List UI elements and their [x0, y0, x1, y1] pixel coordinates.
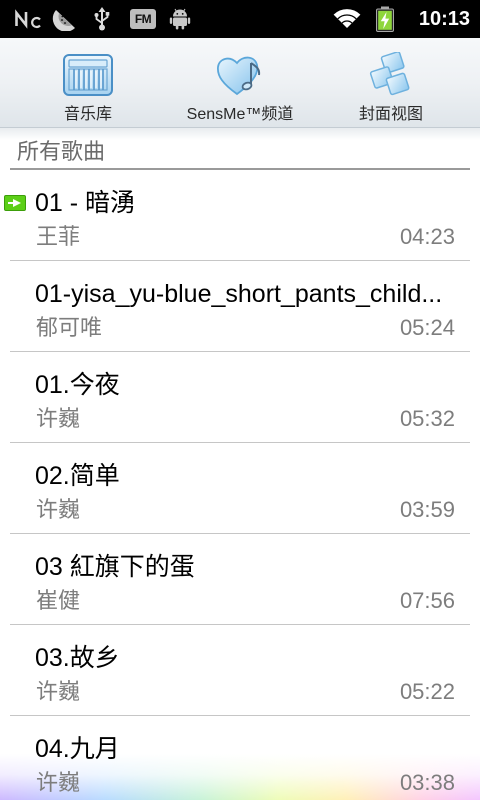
clock: 10:13 — [418, 8, 470, 30]
tab-bar: 音乐库 SensMe™频道 封面视图 — [0, 38, 480, 128]
song-artist: 郁可唯 — [36, 315, 103, 340]
song-artist: 王菲 — [36, 224, 81, 249]
tab-label: 封面视图 — [358, 106, 423, 123]
section-header: 所有歌曲 — [0, 128, 480, 170]
tab-label: SensMe™频道 — [186, 106, 294, 123]
tab-sensme-channels[interactable]: SensMe™频道 — [165, 38, 315, 127]
fm-radio-icon: FM — [130, 9, 156, 29]
song-row[interactable]: 01-yisa_yu-blue_short_pants_child... 郁可唯… — [0, 261, 480, 352]
song-title: 04.九月 — [35, 735, 120, 763]
song-row[interactable]: 04.九月 许巍 03:38 — [0, 716, 480, 800]
usb-icon — [92, 7, 112, 31]
song-row[interactable]: 01.今夜 许巍 05:32 — [0, 352, 480, 443]
song-title: 01.今夜 — [35, 371, 120, 399]
song-title: 03 紅旗下的蛋 — [35, 553, 195, 581]
tab-label: 音乐库 — [63, 106, 112, 123]
android-icon — [169, 8, 191, 30]
watermelon-icon — [52, 7, 78, 31]
section-title: 所有歌曲 — [17, 139, 106, 164]
nc-icon — [14, 9, 42, 29]
song-row[interactable]: 01 - 暗湧 王菲 04:23 — [0, 170, 480, 261]
music-library-icon — [62, 52, 114, 98]
song-artist: 许巍 — [36, 770, 81, 795]
song-artist: 崔健 — [36, 588, 81, 613]
now-playing-icon — [4, 195, 26, 211]
status-bar[interactable]: FM 10:13 — [0, 0, 480, 38]
song-title: 03.故乡 — [35, 644, 120, 672]
song-row[interactable]: 03 紅旗下的蛋 崔健 07:56 — [0, 534, 480, 625]
song-artist: 许巍 — [36, 497, 81, 522]
song-duration: 07:56 — [399, 588, 455, 613]
wifi-icon — [333, 7, 361, 29]
song-duration: 03:38 — [399, 770, 455, 795]
tab-cover-view[interactable]: 封面视图 — [316, 38, 466, 127]
song-duration: 05:32 — [399, 406, 455, 431]
song-title: 01-yisa_yu-blue_short_pants_child... — [35, 280, 443, 308]
tab-music-library[interactable]: 音乐库 — [13, 38, 163, 127]
song-row[interactable]: 02.简单 许巍 03:59 — [0, 443, 480, 534]
song-title: 01 - 暗湧 — [35, 189, 136, 217]
battery-charging-icon — [375, 6, 395, 32]
song-artist: 许巍 — [36, 679, 81, 704]
song-artist: 许巍 — [36, 406, 81, 431]
song-title: 02.简单 — [35, 462, 120, 490]
cover-view-icon — [367, 52, 415, 98]
song-duration: 05:24 — [399, 315, 455, 340]
song-duration: 04:23 — [399, 224, 455, 249]
song-duration: 05:22 — [399, 679, 455, 704]
song-duration: 03:59 — [399, 497, 455, 522]
sensme-channel-icon — [215, 52, 265, 98]
song-list[interactable]: 01 - 暗湧 王菲 04:23 01-yisa_yu-blue_short_p… — [0, 170, 480, 800]
song-row[interactable]: 03.故乡 许巍 05:22 — [0, 625, 480, 716]
